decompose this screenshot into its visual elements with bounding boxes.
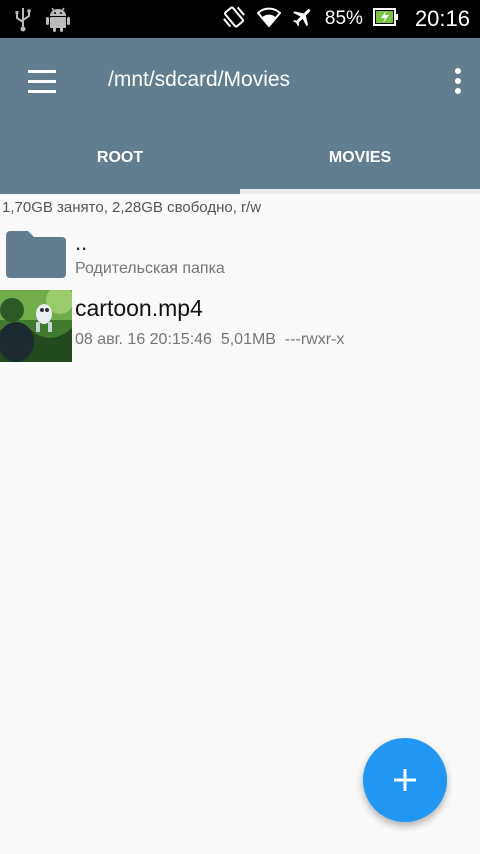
status-left-icons: [14, 6, 70, 37]
status-time: 20:16: [414, 6, 470, 31]
list-item-parent-folder[interactable]: .. Родительская папка: [0, 226, 480, 286]
battery-percent: 85%: [324, 8, 363, 29]
active-tab-indicator: [240, 189, 480, 194]
file-subtitle: Родительская папка: [75, 260, 225, 277]
current-path-title: /mnt/sdcard/Movies: [108, 68, 291, 91]
list-item-file[interactable]: cartoon.mp4 08 авг. 16 20:15:46 5,01MB -…: [0, 288, 480, 364]
status-right-icons: 85% 20:16: [221, 0, 470, 38]
battery-charging-icon: [372, 7, 399, 31]
status-bar: 85% 20:16: [0, 0, 480, 38]
tab-bar: ROOT MOVIES: [0, 124, 480, 194]
add-button[interactable]: [363, 738, 447, 822]
android-debug-icon: [46, 6, 70, 37]
more-vert-icon[interactable]: [452, 66, 462, 96]
file-name: cartoon.mp4: [75, 295, 203, 321]
file-manager-screen: 85% 20:16 /mnt/sdcard/Movies ROOT MOVIES…: [0, 0, 480, 854]
tab-root[interactable]: ROOT: [0, 124, 240, 194]
airplane-icon: [291, 5, 315, 34]
folder-icon: [6, 231, 66, 278]
storage-info: 1,70GB занято, 2,28GB свободно, r/w: [2, 199, 262, 216]
tab-movies[interactable]: MOVIES: [240, 124, 480, 194]
usb-icon: [14, 6, 32, 37]
toolbar: /mnt/sdcard/Movies: [0, 38, 480, 124]
video-thumbnail: [0, 290, 72, 362]
tab-movies-label: MOVIES: [328, 149, 392, 166]
file-meta: 08 авг. 16 20:15:46 5,01MB ---rwxr-x: [75, 331, 345, 348]
hamburger-menu-icon[interactable]: [22, 67, 62, 97]
vibrate-icon: [221, 4, 247, 35]
wifi-icon: [256, 6, 282, 33]
file-name: ..: [75, 230, 88, 255]
add-icon: [363, 738, 447, 822]
tab-root-label: ROOT: [96, 149, 144, 166]
